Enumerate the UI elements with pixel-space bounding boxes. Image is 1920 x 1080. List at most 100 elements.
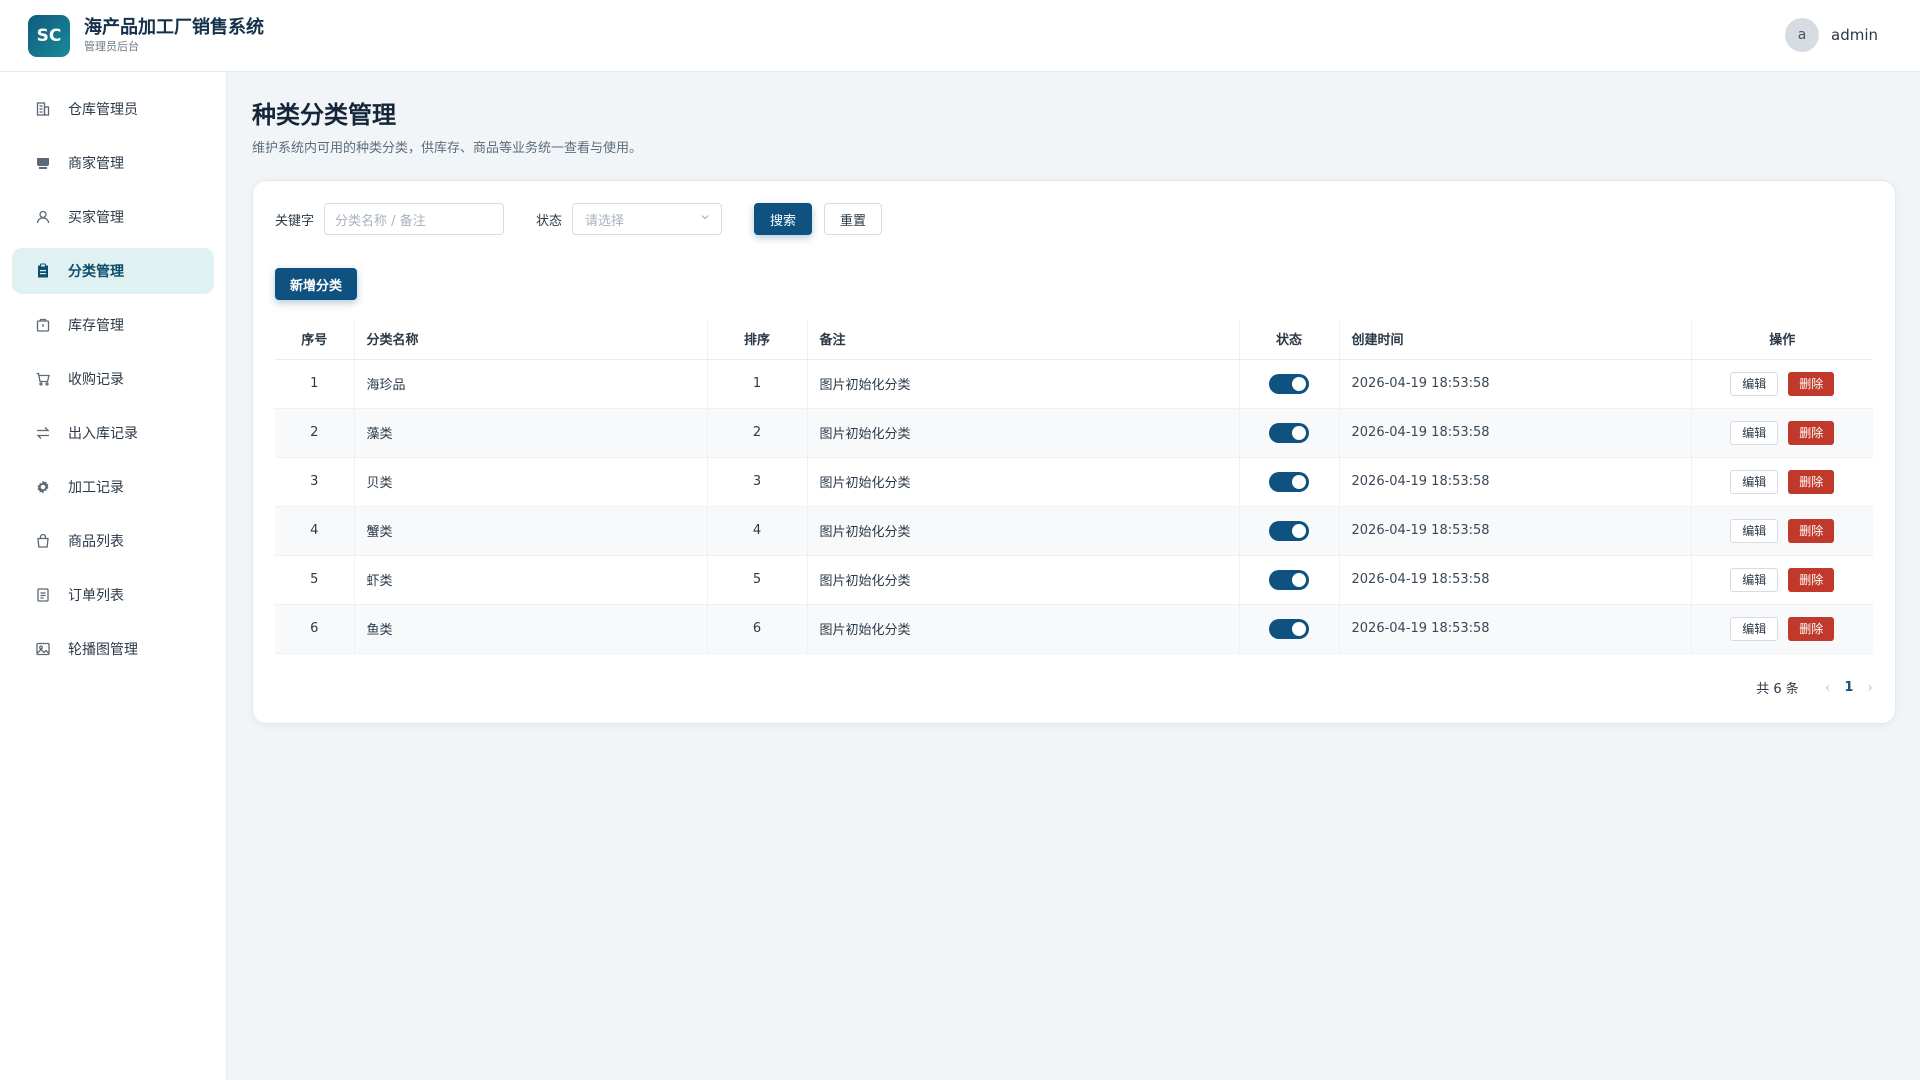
delete-button[interactable]: 删除 (1788, 469, 1835, 494)
cell-remark: 图片初始化分类 (807, 604, 1240, 654)
sidebar-item-stock-records[interactable]: 出入库记录 (12, 410, 214, 456)
delete-button[interactable]: 删除 (1788, 420, 1835, 445)
sidebar-item-label: 分类管理 (68, 264, 124, 280)
cell-index: 6 (275, 604, 355, 654)
edit-button[interactable]: 编辑 (1730, 469, 1779, 494)
sidebar-item-categories[interactable]: 分类管理 (12, 248, 214, 294)
avatar[interactable]: a (1785, 18, 1819, 52)
sidebar-item-label: 商品列表 (68, 534, 124, 550)
delete-button[interactable]: 删除 (1788, 371, 1835, 396)
sidebar-item-label: 收购记录 (68, 372, 124, 388)
cell-sort: 6 (707, 604, 808, 654)
keyword-label: 关键字 (275, 213, 315, 229)
cell-index: 3 (275, 457, 355, 507)
image-icon (34, 640, 52, 658)
table-header-row: 序号 分类名称 排序 备注 状态 创建时间 操作 (275, 319, 1873, 360)
cell-sort: 3 (707, 457, 808, 507)
package-icon (34, 316, 52, 334)
gear-icon (34, 478, 52, 496)
app-logo: SC (28, 14, 70, 57)
status-toggle[interactable] (1269, 618, 1309, 639)
sidebar-item-label: 订单列表 (68, 588, 124, 604)
cell-actions: 编辑 删除 (1691, 604, 1873, 654)
chevron-left-icon[interactable]: ‹ (1825, 680, 1831, 696)
status-toggle[interactable] (1269, 471, 1309, 492)
status-toggle[interactable] (1269, 520, 1309, 541)
username[interactable]: admin (1831, 26, 1878, 44)
sidebar-item-label: 仓库管理员 (68, 102, 138, 118)
status-toggle[interactable] (1269, 373, 1309, 394)
cell-name: 藻类 (354, 408, 708, 458)
cell-status (1239, 457, 1340, 507)
keyword-placeholder: 分类名称 / 备注 (335, 213, 426, 229)
cell-status (1239, 408, 1340, 458)
sidebar-item-products[interactable]: 商品列表 (12, 518, 214, 564)
cell-name: 鱼类 (354, 604, 708, 654)
cell-actions: 编辑 删除 (1691, 555, 1873, 605)
clipboard-icon (34, 262, 52, 280)
delete-button[interactable]: 删除 (1788, 616, 1835, 641)
sidebar-item-merchants[interactable]: 商家管理 (12, 140, 214, 186)
edit-button[interactable]: 编辑 (1730, 616, 1779, 641)
sidebar-item-buyers[interactable]: 买家管理 (12, 194, 214, 240)
chevron-right-icon[interactable]: › (1867, 680, 1873, 696)
delete-button[interactable]: 删除 (1788, 518, 1835, 543)
chevron-down-icon (699, 211, 711, 227)
column-header-status: 状态 (1239, 319, 1340, 360)
cell-index: 1 (275, 359, 355, 409)
cell-actions: 编辑 删除 (1691, 457, 1873, 507)
sidebar-item-label: 出入库记录 (68, 426, 138, 442)
brand: 海产品加工厂销售系统 管理员后台 (84, 17, 264, 55)
main-content: 种类分类管理 维护系统内可用的种类分类，供库存、商品等业务统一查看与使用。 关键… (252, 72, 1896, 724)
cell-created: 2026-04-19 18:53:58 (1339, 359, 1692, 409)
user-menu[interactable]: a admin (1785, 18, 1878, 52)
cell-created: 2026-04-19 18:53:58 (1339, 506, 1692, 556)
delete-button[interactable]: 删除 (1788, 567, 1835, 592)
cart-icon (34, 370, 52, 388)
store-icon (34, 154, 52, 172)
page-number-current[interactable]: 1 (1844, 680, 1853, 695)
status-toggle[interactable] (1269, 569, 1309, 590)
status-placeholder: 请选择 (585, 213, 625, 229)
table-row: 6 鱼类 6 图片初始化分类 2026-04-19 18:53:58 编辑 删除 (275, 604, 1873, 654)
cell-sort: 2 (707, 408, 808, 458)
cell-sort: 4 (707, 506, 808, 556)
edit-button[interactable]: 编辑 (1730, 518, 1779, 543)
sidebar-item-purchases[interactable]: 收购记录 (12, 356, 214, 402)
sidebar-item-label: 买家管理 (68, 210, 124, 226)
status-label: 状态 (536, 213, 563, 229)
cell-name: 虾类 (354, 555, 708, 605)
sidebar-item-warehouse-admin[interactable]: 仓库管理员 (12, 86, 214, 132)
column-header-created: 创建时间 (1339, 319, 1692, 360)
sidebar-item-processing[interactable]: 加工记录 (12, 464, 214, 510)
reset-button[interactable]: 重置 (824, 203, 883, 235)
sidebar-item-carousel[interactable]: 轮播图管理 (12, 626, 214, 672)
keyword-input[interactable]: 分类名称 / 备注 (324, 203, 505, 235)
top-header: SC 海产品加工厂销售系统 管理员后台 a admin (0, 0, 1920, 72)
search-button[interactable]: 搜索 (754, 203, 813, 235)
cell-actions: 编辑 删除 (1691, 506, 1873, 556)
sidebar: 仓库管理员 商家管理 买家管理 分类管理 库存管理 收购记录 出入库记录 加工记… (0, 72, 227, 1080)
cell-created: 2026-04-19 18:53:58 (1339, 555, 1692, 605)
status-toggle[interactable] (1269, 422, 1309, 443)
column-header-index: 序号 (275, 319, 355, 360)
sidebar-item-inventory[interactable]: 库存管理 (12, 302, 214, 348)
add-category-button[interactable]: 新增分类 (275, 268, 358, 300)
table-row: 5 虾类 5 图片初始化分类 2026-04-19 18:53:58 编辑 删除 (275, 555, 1873, 605)
sidebar-item-label: 轮播图管理 (68, 642, 138, 658)
bag-icon (34, 532, 52, 550)
sidebar-item-orders[interactable]: 订单列表 (12, 572, 214, 618)
status-select[interactable]: 请选择 (572, 203, 723, 235)
document-icon (34, 586, 52, 604)
content-card: 关键字 分类名称 / 备注 状态 请选择 搜索 重置 新增分类 序号 分类名称 … (252, 180, 1896, 724)
edit-button[interactable]: 编辑 (1730, 567, 1779, 592)
cell-created: 2026-04-19 18:53:58 (1339, 604, 1692, 654)
edit-button[interactable]: 编辑 (1730, 371, 1779, 396)
cell-created: 2026-04-19 18:53:58 (1339, 408, 1692, 458)
edit-button[interactable]: 编辑 (1730, 420, 1779, 445)
cell-created: 2026-04-19 18:53:58 (1339, 457, 1692, 507)
filter-bar: 关键字 分类名称 / 备注 状态 请选择 搜索 重置 (275, 203, 883, 235)
cell-index: 2 (275, 408, 355, 458)
sidebar-item-label: 库存管理 (68, 318, 124, 334)
sidebar-item-label: 商家管理 (68, 156, 124, 172)
